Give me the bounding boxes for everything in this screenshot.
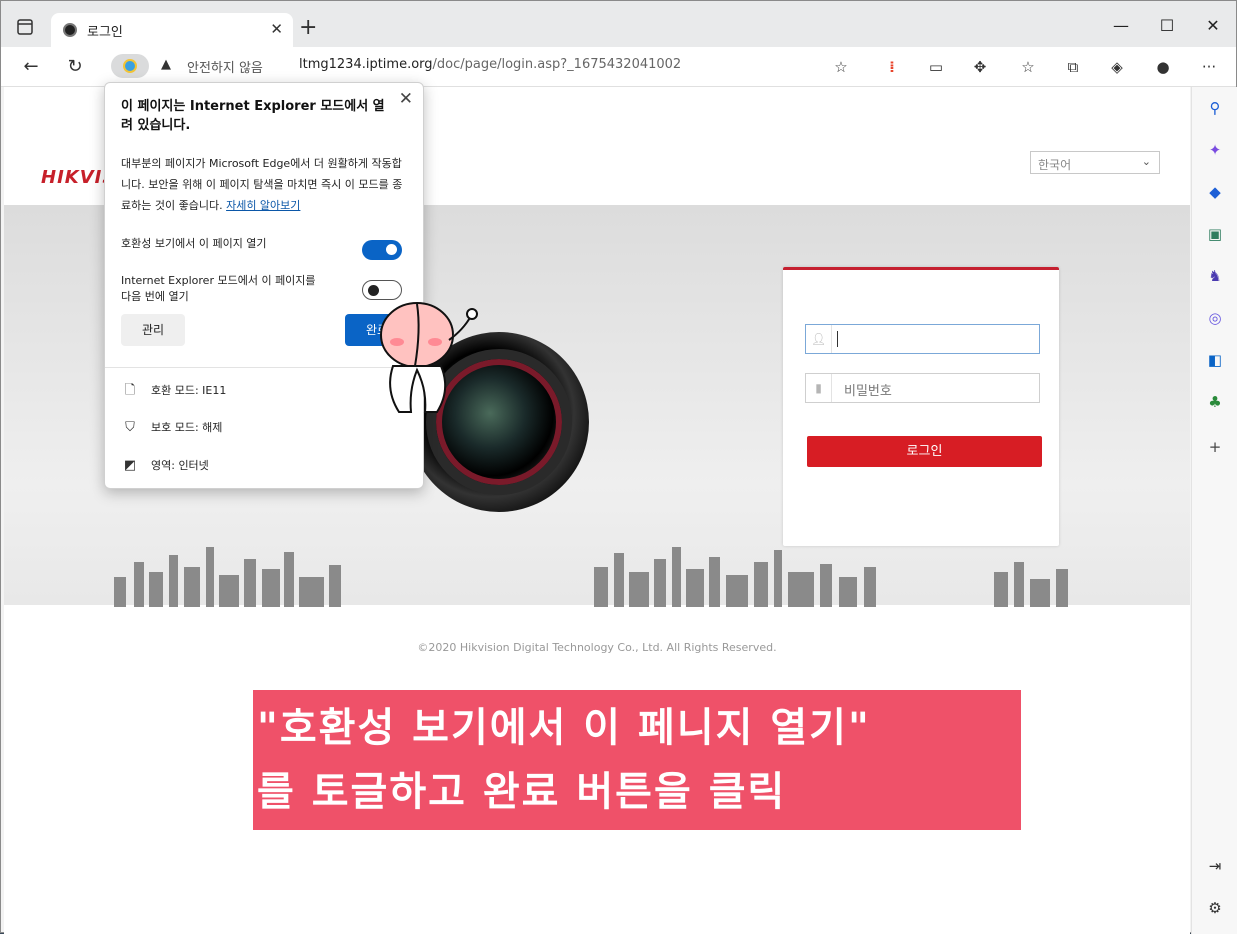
ie-mode-popup: 이 페이지는 Internet Explorer 모드에서 열려 있습니다. ✕… <box>104 82 478 489</box>
lock-icon: ▮ <box>806 374 832 402</box>
search-icon[interactable]: ⚲ <box>1204 97 1226 119</box>
caption-line-2: 를 토글하고 완료 버튼을 클릭 <box>257 769 787 815</box>
zone-icon: ◩ <box>123 458 137 473</box>
language-select[interactable]: 한국어 ⌄ <box>1030 151 1160 174</box>
ie-next-time-label: Internet Explorer 모드에서 이 페이지를 다음 번에 열기 <box>121 274 316 303</box>
tab-actions-icon[interactable] <box>13 15 37 39</box>
edge-sidebar: ⚲ ✦ ◆ ▣ ♞ ◎ ◧ ♣ + ⇥ ⚙ <box>1191 87 1237 934</box>
manage-button[interactable]: 관리 <box>121 314 185 346</box>
compat-view-toggle[interactable] <box>362 240 402 260</box>
ie-icon <box>123 59 137 73</box>
browser-essentials-icon[interactable]: ◈ <box>1106 57 1128 77</box>
refresh-icon[interactable]: ↻ <box>61 53 89 81</box>
hide-sidebar-icon[interactable]: ⇥ <box>1204 855 1226 877</box>
ie-mode-button[interactable] <box>111 54 149 78</box>
compat-mode-row: 🗋︎ 호환 모드: IE11 <box>121 381 227 403</box>
outlook-icon[interactable]: ◧ <box>1204 349 1226 371</box>
extensions-icon[interactable]: ✥ <box>969 57 991 77</box>
camera-favicon-icon <box>63 23 77 37</box>
copilot-icon[interactable]: ✦ <box>1204 139 1226 161</box>
user-icon: 👤︎ <box>806 325 832 353</box>
copyright-text: ©2020 Hikvision Digital Technology Co., … <box>417 641 777 654</box>
learn-more-link[interactable]: 자세히 알아보기 <box>226 199 300 212</box>
url-host: ltmg1234.iptime.org <box>299 57 433 72</box>
close-window-icon[interactable]: ✕ <box>1198 11 1228 41</box>
url-field[interactable]: ltmg1234.iptime.org/doc/page/login.asp?_… <box>299 57 681 72</box>
warning-icon: ▲ <box>161 57 171 72</box>
protected-mode-row: ⛉ 보호 모드: 해제 <box>121 419 222 435</box>
annotation-caption: "호환성 보기에서 이 페니지 열기" 를 토글하고 완료 버튼을 클릭 <box>253 690 1021 830</box>
close-icon[interactable]: ✕ <box>399 89 413 109</box>
new-tab-icon[interactable]: + <box>299 17 317 39</box>
password-field[interactable]: ▮ 비밀번호 <box>805 373 1040 403</box>
tab-title: 로그인 <box>87 25 123 40</box>
zone-row: ◩ 영역: 인터넷 <box>121 457 209 473</box>
games-icon[interactable]: ♞ <box>1204 265 1226 287</box>
add-sidebar-icon[interactable]: + <box>1204 436 1226 458</box>
tab-close-icon[interactable]: ✕ <box>270 20 283 38</box>
shield-icon: ⛉ <box>125 420 135 435</box>
password-placeholder: 비밀번호 <box>844 384 892 399</box>
tools-icon[interactable]: ▣ <box>1204 223 1226 245</box>
active-tab[interactable]: 로그인 ✕ <box>51 13 293 47</box>
more-menu-icon[interactable]: ··· <box>1198 57 1220 77</box>
compat-view-label: 호환성 보기에서 이 페이지 열기 <box>121 237 267 250</box>
security-status[interactable]: 안전하지 않음 <box>187 57 263 76</box>
minimize-icon[interactable]: — <box>1106 11 1136 41</box>
browser-window: 로그인 ✕ + — ☐ ✕ ← ↻ ▲ 안전하지 않음 ltmg1234.ipt… <box>0 0 1237 934</box>
popup-description: 대부분의 페이지가 Microsoft Edge에서 더 원활하게 작동합니다.… <box>121 153 411 216</box>
maximize-icon[interactable]: ☐ <box>1152 11 1182 41</box>
favorites-icon[interactable]: ☆ <box>1017 57 1039 77</box>
language-value: 한국어 <box>1038 158 1072 172</box>
url-path: /doc/page/login.asp?_1675432041002 <box>432 57 682 72</box>
extension-icon[interactable]: ⁞ <box>881 57 903 77</box>
caption-line-1: "호환성 보기에서 이 페니지 열기" <box>257 705 871 751</box>
drop-icon[interactable]: ♣ <box>1204 391 1226 413</box>
settings-gear-icon[interactable]: ⚙ <box>1204 897 1226 919</box>
screen-cast-icon[interactable]: ▭ <box>925 57 947 77</box>
peach-sticker-image <box>380 302 478 413</box>
chevron-down-icon: ⌄ <box>1141 155 1151 168</box>
collections-icon[interactable]: ⧉ <box>1062 57 1084 77</box>
document-icon: 🗋︎ <box>124 383 136 398</box>
profile-icon[interactable]: ● <box>1152 57 1174 77</box>
popup-title: 이 페이지는 Internet Explorer 모드에서 열려 있습니다. <box>121 99 385 133</box>
tab-bar: 로그인 ✕ + — ☐ ✕ <box>1 1 1236 47</box>
office-icon[interactable]: ◎ <box>1204 307 1226 329</box>
address-bar-row: ← ↻ ▲ 안전하지 않음 ltmg1234.iptime.org/doc/pa… <box>1 47 1236 87</box>
add-favorite-icon[interactable]: ☆ <box>830 57 852 77</box>
username-field[interactable]: 👤︎ <box>805 324 1040 354</box>
login-button[interactable]: 로그인 <box>807 436 1042 467</box>
back-icon[interactable]: ← <box>17 53 45 81</box>
shopping-icon[interactable]: ◆ <box>1204 181 1226 203</box>
login-card: 👤︎ ▮ 비밀번호 로그인 <box>783 267 1059 546</box>
